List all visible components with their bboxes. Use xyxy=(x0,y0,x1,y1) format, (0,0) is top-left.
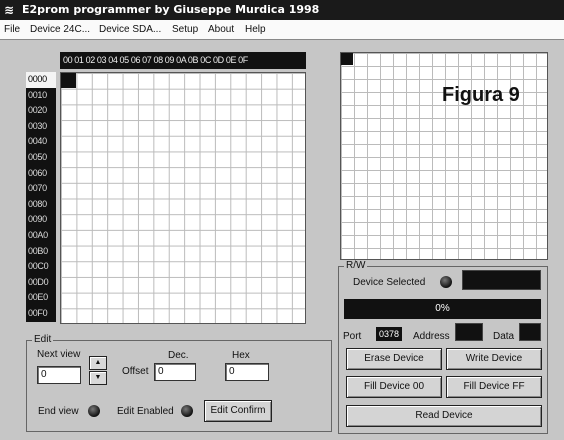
data-label: Data xyxy=(493,331,515,342)
menu-file[interactable]: File xyxy=(4,20,20,40)
menu-device-sda[interactable]: Device SDA... xyxy=(99,20,161,40)
erase-device-button[interactable]: Erase Device xyxy=(346,348,442,370)
selected-map-cell[interactable] xyxy=(341,53,353,65)
port-value[interactable]: 0378 xyxy=(376,327,402,341)
menu-setup[interactable]: Setup xyxy=(172,20,198,40)
address-row[interactable]: 0020 xyxy=(26,103,56,119)
address-row[interactable]: 00E0 xyxy=(26,290,56,306)
hex-data-grid[interactable] xyxy=(60,72,306,324)
progress-bar: 0% xyxy=(344,299,541,319)
write-device-button[interactable]: Write Device xyxy=(446,348,542,370)
offset-label: Offset xyxy=(122,366,149,377)
device-selected-label: Device Selected xyxy=(353,277,426,288)
arrow-down-icon: ▼ xyxy=(94,374,102,381)
address-column: 0000 0010 0020 0030 0040 0050 0060 0070 … xyxy=(26,72,56,322)
data-display xyxy=(519,323,541,341)
next-view-label: Next view xyxy=(37,349,81,360)
address-label: Address xyxy=(413,331,450,342)
title-bar: ≋ E2prom programmer by Giuseppe Murdica … xyxy=(0,0,564,20)
app-icon[interactable]: ≋ xyxy=(4,4,16,16)
edit-enabled-led-icon xyxy=(181,405,193,417)
port-label: Port xyxy=(343,331,362,342)
selected-hex-cell[interactable] xyxy=(61,73,76,88)
address-row[interactable]: 0080 xyxy=(26,197,56,213)
end-view-led-icon xyxy=(88,405,100,417)
spin-up-button[interactable]: ▲ xyxy=(89,356,107,370)
hex-label: Hex xyxy=(232,350,250,361)
read-device-button[interactable]: Read Device xyxy=(346,405,542,427)
address-row[interactable]: 00C0 xyxy=(26,259,56,275)
address-row[interactable]: 0050 xyxy=(26,150,56,166)
address-row[interactable]: 0000 xyxy=(26,72,56,88)
window-title: E2prom programmer by Giuseppe Murdica 19… xyxy=(22,3,320,16)
end-view-label: End view xyxy=(38,406,79,417)
edit-group-label: Edit xyxy=(32,334,54,346)
menu-device-24c[interactable]: Device 24C... xyxy=(30,20,90,40)
menu-about[interactable]: About xyxy=(208,20,234,40)
rw-group-label: R/W xyxy=(344,260,368,272)
next-view-input[interactable]: 0 xyxy=(37,366,81,384)
address-row[interactable]: 0060 xyxy=(26,166,56,182)
spin-down-button[interactable]: ▼ xyxy=(89,371,107,385)
arrow-up-icon: ▲ xyxy=(94,359,102,366)
progress-text: 0% xyxy=(435,303,450,314)
hex-column-header: 00 01 02 03 04 05 06 07 08 09 0A 0B 0C 0… xyxy=(60,52,306,69)
dec-label: Dec. xyxy=(168,350,189,361)
device-selected-led-icon xyxy=(440,276,452,288)
address-row[interactable]: 00F0 xyxy=(26,306,56,322)
edit-confirm-button[interactable]: Edit Confirm xyxy=(204,400,272,422)
fill-device-ff-button[interactable]: Fill Device FF xyxy=(446,376,542,398)
address-row[interactable]: 00A0 xyxy=(26,228,56,244)
figure-label: Figura 9 xyxy=(442,84,520,106)
address-row[interactable]: 0070 xyxy=(26,181,56,197)
address-row[interactable]: 00B0 xyxy=(26,244,56,260)
address-display xyxy=(455,323,483,341)
dec-offset-input[interactable]: 0 xyxy=(154,363,196,381)
menu-bar: File Device 24C... Device SDA... Setup A… xyxy=(0,20,564,40)
address-row[interactable]: 0090 xyxy=(26,212,56,228)
edit-enabled-label: Edit Enabled xyxy=(117,406,174,417)
device-selected-display xyxy=(462,270,541,290)
address-row[interactable]: 0040 xyxy=(26,134,56,150)
fill-device-00-button[interactable]: Fill Device 00 xyxy=(346,376,442,398)
menu-help[interactable]: Help xyxy=(245,20,266,40)
hex-offset-input[interactable]: 0 xyxy=(225,363,269,381)
address-row[interactable]: 0030 xyxy=(26,119,56,135)
address-row[interactable]: 0010 xyxy=(26,88,56,104)
address-row[interactable]: 00D0 xyxy=(26,275,56,291)
